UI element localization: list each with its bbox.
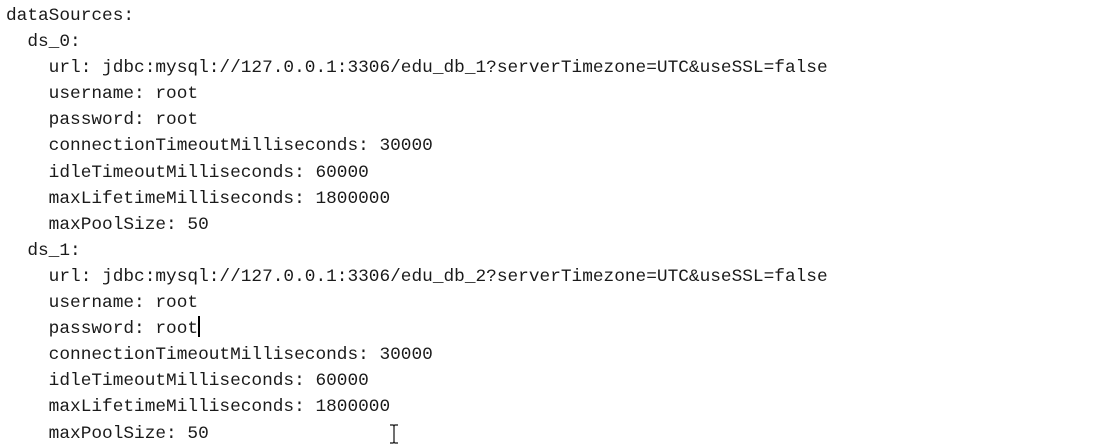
code-line-ds0-username[interactable]: username: root — [6, 81, 828, 107]
code-line-ds0-max-pool-size[interactable]: maxPoolSize: 50 — [6, 212, 828, 238]
code-line-ds0-password[interactable]: password: root — [6, 107, 828, 133]
code-line-ds0-max-lifetime[interactable]: maxLifetimeMilliseconds: 1800000 — [6, 186, 828, 212]
code-block[interactable]: dataSources: ds_0: url: jdbc:mysql://127… — [6, 3, 828, 447]
code-line-ds1-password[interactable]: password: root — [6, 319, 198, 339]
code-line-ds1-url[interactable]: url: jdbc:mysql://127.0.0.1:3306/edu_db_… — [6, 264, 828, 290]
code-line-ds1[interactable]: ds_1: — [6, 238, 828, 264]
code-line-ds1-connection-timeout[interactable]: connectionTimeoutMilliseconds: 30000 — [6, 342, 828, 368]
code-line-ds1-password-row[interactable]: password: root — [6, 316, 828, 342]
code-line-datasources[interactable]: dataSources: — [6, 3, 828, 29]
i-beam-cursor-icon — [390, 424, 398, 444]
code-line-ds0-connection-timeout[interactable]: connectionTimeoutMilliseconds: 30000 — [6, 133, 828, 159]
code-line-ds1-idle-timeout[interactable]: idleTimeoutMilliseconds: 60000 — [6, 368, 828, 394]
text-caret — [198, 316, 201, 338]
code-line-ds0-url[interactable]: url: jdbc:mysql://127.0.0.1:3306/edu_db_… — [6, 55, 828, 81]
code-line-ds0-idle-timeout[interactable]: idleTimeoutMilliseconds: 60000 — [6, 160, 828, 186]
code-line-ds0[interactable]: ds_0: — [6, 29, 828, 55]
code-line-ds1-max-lifetime[interactable]: maxLifetimeMilliseconds: 1800000 — [6, 394, 828, 420]
yaml-editor[interactable]: dataSources: ds_0: url: jdbc:mysql://127… — [0, 0, 1093, 444]
code-line-ds1-username[interactable]: username: root — [6, 290, 828, 316]
code-line-ds1-max-pool-size[interactable]: maxPoolSize: 50 — [6, 421, 828, 447]
